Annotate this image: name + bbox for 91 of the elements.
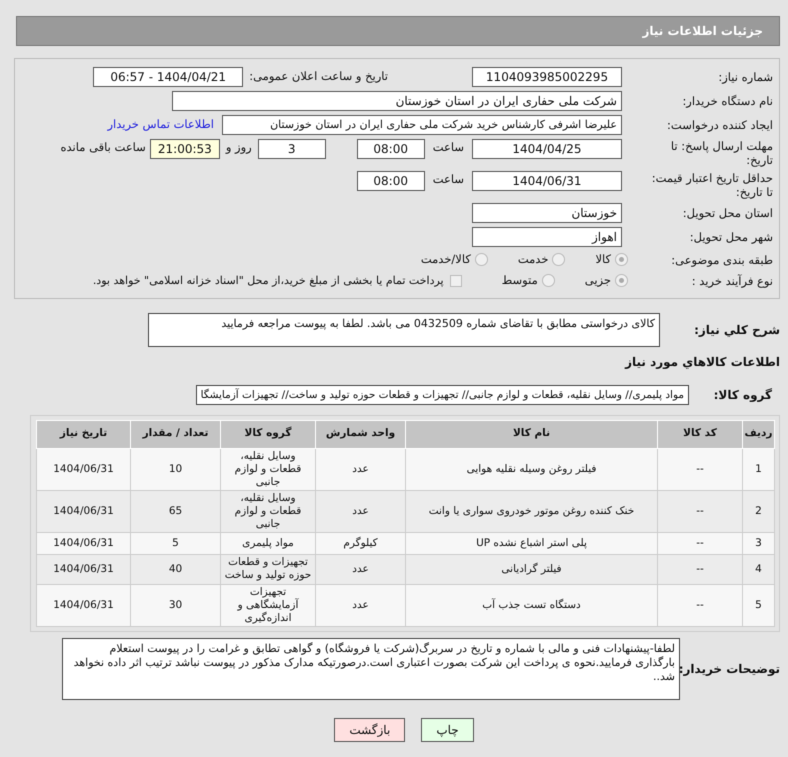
column-header: ردیف (742, 420, 774, 448)
table-cell: 1 (742, 448, 774, 490)
radio-label: کالا/خدمت (420, 251, 471, 268)
table-cell: عدد (316, 554, 406, 584)
table-cell: 4 (742, 554, 774, 584)
table-cell: خنک کننده روغن موتور خودروی سواری یا وانت (406, 490, 658, 532)
table-cell: -- (658, 448, 742, 490)
time-label: ساعت (432, 139, 464, 156)
city-field: اهواز (472, 227, 622, 247)
time-label: ساعت (432, 171, 464, 188)
field-label: مهلت ارسال پاسخ: تا تاریخ: (670, 139, 773, 167)
radio-label: خدمت (518, 251, 548, 268)
province-field: خوزستان (472, 203, 622, 223)
table-cell: عدد (316, 490, 406, 532)
field-label: شرح کلي نياز: (693, 322, 780, 338)
table-cell: کیلوگرم (316, 532, 406, 554)
checkbox[interactable] (450, 274, 462, 287)
remaining-time-field: 21:00:53 (150, 139, 220, 159)
table-cell: -- (658, 532, 742, 554)
radio-button[interactable] (615, 253, 628, 266)
table-cell: -- (658, 490, 742, 532)
column-header: کد کالا (658, 420, 742, 448)
announce-date-field: 1404/04/21 - 06:57 (93, 67, 244, 87)
table-cell: 3 (742, 532, 774, 554)
table-cell: 2 (742, 490, 774, 532)
days-label: روز و (226, 139, 252, 156)
table-cell: 1404/06/31 (36, 532, 130, 554)
column-header: تاریخ نیاز (36, 420, 130, 448)
radio-label: جزیی (584, 272, 611, 290)
buyer-contact-link[interactable]: اطلاعات تماس خریدار (107, 116, 214, 134)
radio-button[interactable] (552, 253, 566, 266)
field-label: استان محل تحویل: (682, 206, 773, 220)
field-label: نوع فرآیند خرید : (690, 274, 773, 288)
field-label: حداقل تاریخ اعتبار قیمت: تا تاریخ: (650, 171, 773, 199)
buyer-notes-field[interactable]: لطفا-پیشنهادات فنی و مالی با شماره و تاریخ در سربرگ(شرکت یا فروشگاه) و گواهی تطابق و غرامت را در پیوست استعلام بارگذاری فرمایید.نحوه ی پرداخت این شرکت بصورت اعتباری است.درصورتیکه مدارک مذکور در پیوست نباشد ترتیب اثر داده نخواهد شد.. (62, 638, 680, 700)
column-header: تعداد / مقدار (130, 420, 220, 448)
radio-button[interactable] (615, 274, 628, 288)
column-header: واحد شمارش (316, 420, 406, 448)
table-cell: 1404/06/31 (36, 490, 130, 532)
table-cell: پلی استر اشباع نشده UP (406, 532, 658, 554)
section-title: اطلاعات کالاهاي مورد نياز (624, 354, 780, 370)
table-cell: تجهیزات و قطعات حوزه تولید و ساخت (220, 554, 316, 584)
table-cell: 10 (130, 448, 220, 490)
radio-label: متوسط (502, 272, 538, 290)
table-cell: تجهیزات آزمایشگاهی و اندازه‌گیری (220, 584, 316, 626)
column-header: گروه کالا (220, 420, 316, 448)
validity-time-field: 08:00 (356, 171, 425, 191)
remaining-label: ساعت باقی مانده (60, 139, 146, 156)
table-cell: 1404/06/31 (36, 554, 130, 584)
buyer-org-field: شرکت ملی حفاری ایران در استان خوزستان (172, 91, 622, 111)
table-cell: دستگاه تست جذب آب (406, 584, 658, 626)
table-cell: عدد (316, 448, 406, 490)
table-cell: 65 (130, 490, 220, 532)
days-field: 3 (258, 139, 326, 159)
table-cell: 1404/06/31 (36, 448, 130, 490)
goods-group-field: مواد پلیمری// وسایل نقلیه، قطعات و لوازم جانبی// تجهیزات و قطعات حوزه تولید و ساخت// تجهیزات آزمایشگا (196, 384, 689, 404)
print-button[interactable]: چاپ (421, 718, 474, 742)
reply-date-field: 1404/04/25 (472, 139, 622, 159)
table-cell: وسایل نقلیه، قطعات و لوازم جانبی (220, 490, 316, 532)
radio-label: کالا (595, 251, 611, 268)
validity-date-field: 1404/06/31 (472, 171, 622, 191)
back-button[interactable]: بازگشت (334, 718, 406, 742)
radio-button[interactable] (542, 274, 555, 288)
field-label: شماره نیاز: (717, 70, 773, 84)
need-number-field: 1104093985002295 (472, 67, 622, 87)
table-cell: -- (658, 584, 742, 626)
table-cell: مواد پلیمری (220, 532, 316, 554)
requester-field: علیرضا اشرفی کارشناس خرید شرکت ملی حفاری ایران در استان خوزستان (222, 115, 622, 135)
table-cell: 30 (130, 584, 220, 626)
page-title: جزئیات اطلاعات نیاز (642, 23, 763, 40)
table-cell: عدد (316, 584, 406, 626)
radio-button[interactable] (474, 253, 488, 266)
field-label: شهر محل تحویل: (688, 230, 773, 244)
table-cell: وسایل نقلیه، قطعات و لوازم جانبی (220, 448, 316, 490)
description-field[interactable]: کالای درخواستی مطابق با تقاضای شماره 0432509 می باشد. لطفا به پیوست مراجعه فرمایید (148, 312, 660, 346)
field-label: نام دستگاه خریدار: (681, 94, 773, 108)
table-cell: 40 (130, 554, 220, 584)
checkbox-label: پرداخت تمام یا بخشی از مبلغ خرید،از محل "اسناد خزانه اسلامی" خواهد بود. (92, 272, 444, 289)
reply-time-field: 08:00 (356, 139, 425, 159)
field-label: طبقه بندی موضوعی: (670, 252, 773, 267)
field-label: ایجاد کننده درخواست: (666, 118, 773, 132)
field-label: توضیحات خریدار: (680, 660, 780, 678)
table-cell: 5 (130, 532, 220, 554)
field-label: تاریخ و ساعت اعلان عمومی: (249, 68, 388, 86)
table-cell: -- (658, 554, 742, 584)
column-header: نام کالا (406, 420, 658, 448)
table-cell: فیلتر روغن وسیله نقلیه هوایی (406, 448, 658, 490)
table-cell: فیلتر گرادیانی (406, 554, 658, 584)
field-label: گروه کالا: (712, 386, 772, 404)
table-cell: 1404/06/31 (36, 584, 130, 626)
table-cell: 5 (742, 584, 774, 626)
